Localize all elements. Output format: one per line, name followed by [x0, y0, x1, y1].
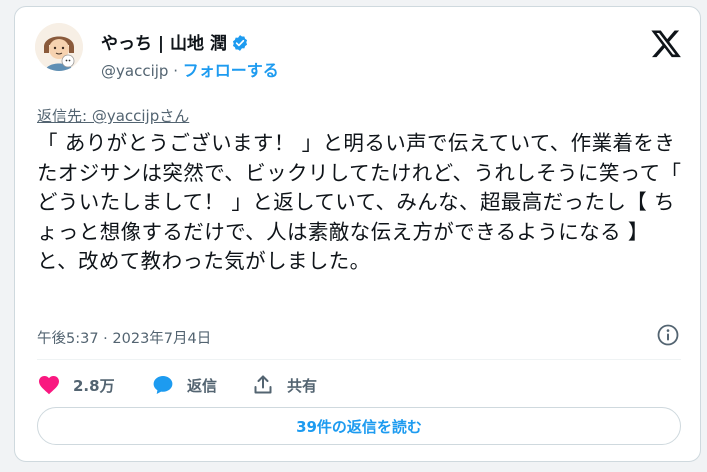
tweet-card: やっち | 山地 潤 @yaccijp · フォローする 返信先: @yacci… — [14, 6, 701, 462]
handle-separator: · — [173, 62, 178, 80]
like-count: 2.8万 — [73, 376, 115, 395]
timestamp[interactable]: 午後5:37 · 2023年7月4日 — [37, 327, 211, 348]
tweet-text: 「 ありがとうございます！ 」と明るい声で伝えていて、作業着をきたオジサンは突然… — [37, 131, 682, 273]
reply-to-link[interactable]: 返信先: @yaccijpさん — [37, 105, 189, 126]
share-label: 共有 — [287, 376, 318, 395]
handle-row: @yaccijp · フォローする — [101, 57, 279, 81]
follow-button[interactable]: フォローする — [183, 61, 279, 80]
reply-bubble-icon — [153, 376, 173, 394]
avatar[interactable] — [35, 23, 83, 71]
share-icon — [254, 375, 272, 394]
author-handle[interactable]: @yaccijp — [101, 62, 168, 80]
heart-icon — [39, 376, 59, 395]
verified-badge-icon — [232, 35, 248, 51]
author-name-text[interactable]: やっち | 山地 潤 — [101, 34, 227, 54]
share-button[interactable]: 共有 — [251, 370, 317, 400]
x-logo-icon[interactable] — [651, 29, 681, 59]
read-replies-button[interactable]: 39件の返信を読む — [37, 407, 681, 445]
reply-label: 返信 — [187, 376, 218, 395]
author-name[interactable]: やっち | 山地 潤 — [101, 29, 249, 54]
like-button[interactable]: 2.8万 — [37, 370, 115, 400]
reply-button[interactable]: 返信 — [151, 370, 217, 400]
divider — [37, 359, 681, 360]
info-icon[interactable] — [656, 323, 680, 347]
